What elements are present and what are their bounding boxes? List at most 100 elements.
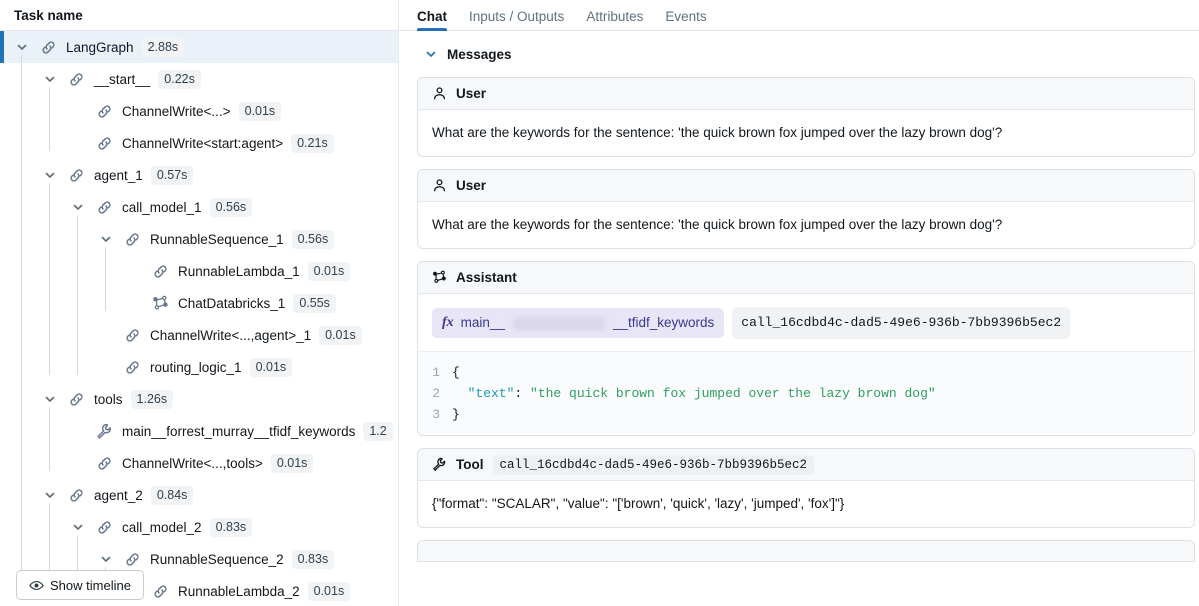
tree-row[interactable]: call_model_2 0.83s bbox=[0, 511, 398, 543]
tool-call-id-badge[interactable]: call_16cdbd4c-dad5-49e6-936b-7bb9396b5ec… bbox=[732, 307, 1070, 339]
tree-row[interactable]: routing_logic_10.01s bbox=[0, 351, 398, 383]
chain-icon bbox=[151, 582, 169, 600]
model-node-icon bbox=[432, 270, 447, 285]
chevron-down-icon[interactable] bbox=[42, 391, 58, 407]
chain-icon bbox=[67, 166, 85, 184]
tree-row-duration: 0.01s bbox=[308, 582, 351, 601]
tree-row-label: call_model_2 bbox=[122, 520, 202, 535]
show-timeline-label: Show timeline bbox=[50, 578, 131, 593]
fx-icon: fx bbox=[442, 313, 454, 333]
chevron-down-icon[interactable] bbox=[98, 231, 114, 247]
code-line: 3} bbox=[418, 404, 1194, 425]
tree-row[interactable]: agent_20.84s bbox=[0, 479, 398, 511]
tree-row-duration: 0.83s bbox=[210, 518, 253, 537]
message-card-partial bbox=[417, 540, 1195, 562]
chain-icon bbox=[151, 262, 169, 280]
tree-row-duration: 2.88s bbox=[142, 38, 185, 57]
tree-guide-line bbox=[105, 247, 106, 311]
function-name-badge[interactable]: fx main____tfidf_keywords bbox=[432, 308, 724, 338]
user-icon bbox=[432, 86, 447, 101]
tree-row[interactable]: __start__0.22s bbox=[0, 63, 398, 95]
tree-row-duration: 0.84s bbox=[151, 486, 194, 505]
user-icon bbox=[432, 178, 447, 193]
tree-guide-line bbox=[77, 215, 78, 375]
tree-row[interactable]: tools1.26s bbox=[0, 383, 398, 415]
message-card-user: User What are the keywords for the sente… bbox=[417, 169, 1195, 249]
code-line: 2 "text": "the quick brown fox jumped ov… bbox=[418, 383, 1194, 404]
tab-events[interactable]: Events bbox=[665, 9, 706, 30]
code-json-brace: } bbox=[452, 407, 460, 422]
tree-row-duration: 0.56s bbox=[210, 198, 253, 217]
model-node-icon bbox=[151, 294, 169, 312]
detail-tabs: Chat Inputs / Outputs Attributes Events bbox=[399, 0, 1199, 31]
messages-section-header[interactable]: Messages bbox=[417, 31, 1193, 77]
chain-icon bbox=[95, 454, 113, 472]
tree-row[interactable]: ChannelWrite<...> 0.01s bbox=[0, 95, 398, 127]
code-json-key: "text" bbox=[468, 386, 515, 401]
tree-row-duration: 0.01s bbox=[250, 358, 293, 377]
tree-row[interactable]: agent_10.57s bbox=[0, 159, 398, 191]
tree-row[interactable]: ChatDatabricks_10.55s bbox=[0, 287, 398, 319]
tool-output-text: {"format": "SCALAR", "value": "['brown',… bbox=[418, 481, 1194, 527]
wrench-icon bbox=[432, 457, 447, 472]
tree-row[interactable]: call_model_10.56s bbox=[0, 191, 398, 223]
message-card-assistant: Assistant fx main____tfidf_keywords call… bbox=[417, 261, 1195, 436]
tree-row[interactable]: ChannelWrite<start:agent>0.21s bbox=[0, 127, 398, 159]
tree-row-label: RunnableSequence_2 bbox=[150, 552, 284, 567]
tree-row-duration: 0.01s bbox=[319, 326, 362, 345]
eye-icon bbox=[29, 578, 44, 593]
show-timeline-button[interactable]: Show timeline bbox=[16, 570, 144, 600]
message-card-tool: Tool call_16cdbd4c-dad5-49e6-936b-7bb939… bbox=[417, 448, 1195, 528]
tree-row[interactable]: main__forrest_murray__tfidf_keywords1.2 bbox=[0, 415, 398, 447]
chevron-down-icon[interactable] bbox=[14, 39, 30, 55]
chevron-down-icon[interactable] bbox=[42, 167, 58, 183]
code-json-separator: : bbox=[514, 386, 530, 401]
detail-panel: Chat Inputs / Outputs Attributes Events Mes… bbox=[399, 0, 1199, 606]
chevron-down-icon[interactable] bbox=[42, 487, 58, 503]
code-json-brace: { bbox=[452, 365, 460, 380]
tree-row[interactable]: RunnableSequence_10.56s bbox=[0, 223, 398, 255]
chain-icon bbox=[123, 230, 141, 248]
tool-call-id-badge[interactable]: call_16cdbd4c-dad5-49e6-936b-7bb9396b5ec… bbox=[493, 455, 815, 475]
tree-row-label: main__forrest_murray__tfidf_keywords bbox=[122, 424, 355, 439]
tree-row-duration: 0.22s bbox=[158, 70, 201, 89]
tree-row-duration: 0.01s bbox=[239, 102, 282, 121]
tree-row-label: RunnableLambda_2 bbox=[178, 584, 300, 599]
chat-content: Messages User What are the keywords for … bbox=[399, 31, 1199, 606]
chevron-down-icon[interactable] bbox=[70, 519, 86, 535]
chain-icon bbox=[123, 326, 141, 344]
assistant-body: fx main____tfidf_keywords call_16cdbd4c-… bbox=[418, 294, 1194, 339]
chevron-down-icon[interactable] bbox=[70, 199, 86, 215]
wrench-icon bbox=[95, 422, 113, 440]
tab-attributes[interactable]: Attributes bbox=[586, 9, 643, 30]
function-name-suffix: __tfidf_keywords bbox=[613, 313, 714, 333]
trace-viewer: Task name LangGraph2.88s__start__0.22sCh… bbox=[0, 0, 1199, 606]
tree-row[interactable]: ChannelWrite<...,agent>_10.01s bbox=[0, 319, 398, 351]
tree-row-duration: 0.57s bbox=[151, 166, 194, 185]
tree-row[interactable]: ChannelWrite<...,tools>0.01s bbox=[0, 447, 398, 479]
redacted-region bbox=[513, 317, 605, 330]
tree-row[interactable]: RunnableLambda_10.01s bbox=[0, 255, 398, 287]
tree-guide-line bbox=[49, 183, 50, 375]
tree-row-duration: 0.83s bbox=[292, 550, 335, 569]
messages-section-label: Messages bbox=[447, 47, 512, 62]
tree-row-label: RunnableSequence_1 bbox=[150, 232, 284, 247]
chevron-down-icon[interactable] bbox=[98, 551, 114, 567]
tree-row-label: LangGraph bbox=[66, 40, 134, 55]
tree-header-task-name: Task name bbox=[0, 0, 398, 31]
code-line: 1{ bbox=[418, 362, 1194, 383]
chain-icon bbox=[39, 38, 57, 56]
message-text: What are the keywords for the sentence: … bbox=[418, 110, 1194, 156]
tree-row[interactable]: LangGraph 2.88s bbox=[0, 31, 398, 63]
tree-row-duration: 1.26s bbox=[131, 390, 174, 409]
chain-icon bbox=[67, 486, 85, 504]
tab-chat[interactable]: Chat bbox=[417, 9, 447, 30]
tab-inputs-outputs[interactable]: Inputs / Outputs bbox=[469, 9, 564, 30]
code-line-number: 2 bbox=[418, 383, 452, 404]
tree-row-label: RunnableLambda_1 bbox=[178, 264, 300, 279]
code-line-text: } bbox=[452, 404, 460, 425]
chain-icon bbox=[67, 390, 85, 408]
chevron-down-icon[interactable] bbox=[42, 71, 58, 87]
tree-row-label: ChannelWrite<...> bbox=[122, 104, 231, 119]
chain-icon bbox=[95, 102, 113, 120]
